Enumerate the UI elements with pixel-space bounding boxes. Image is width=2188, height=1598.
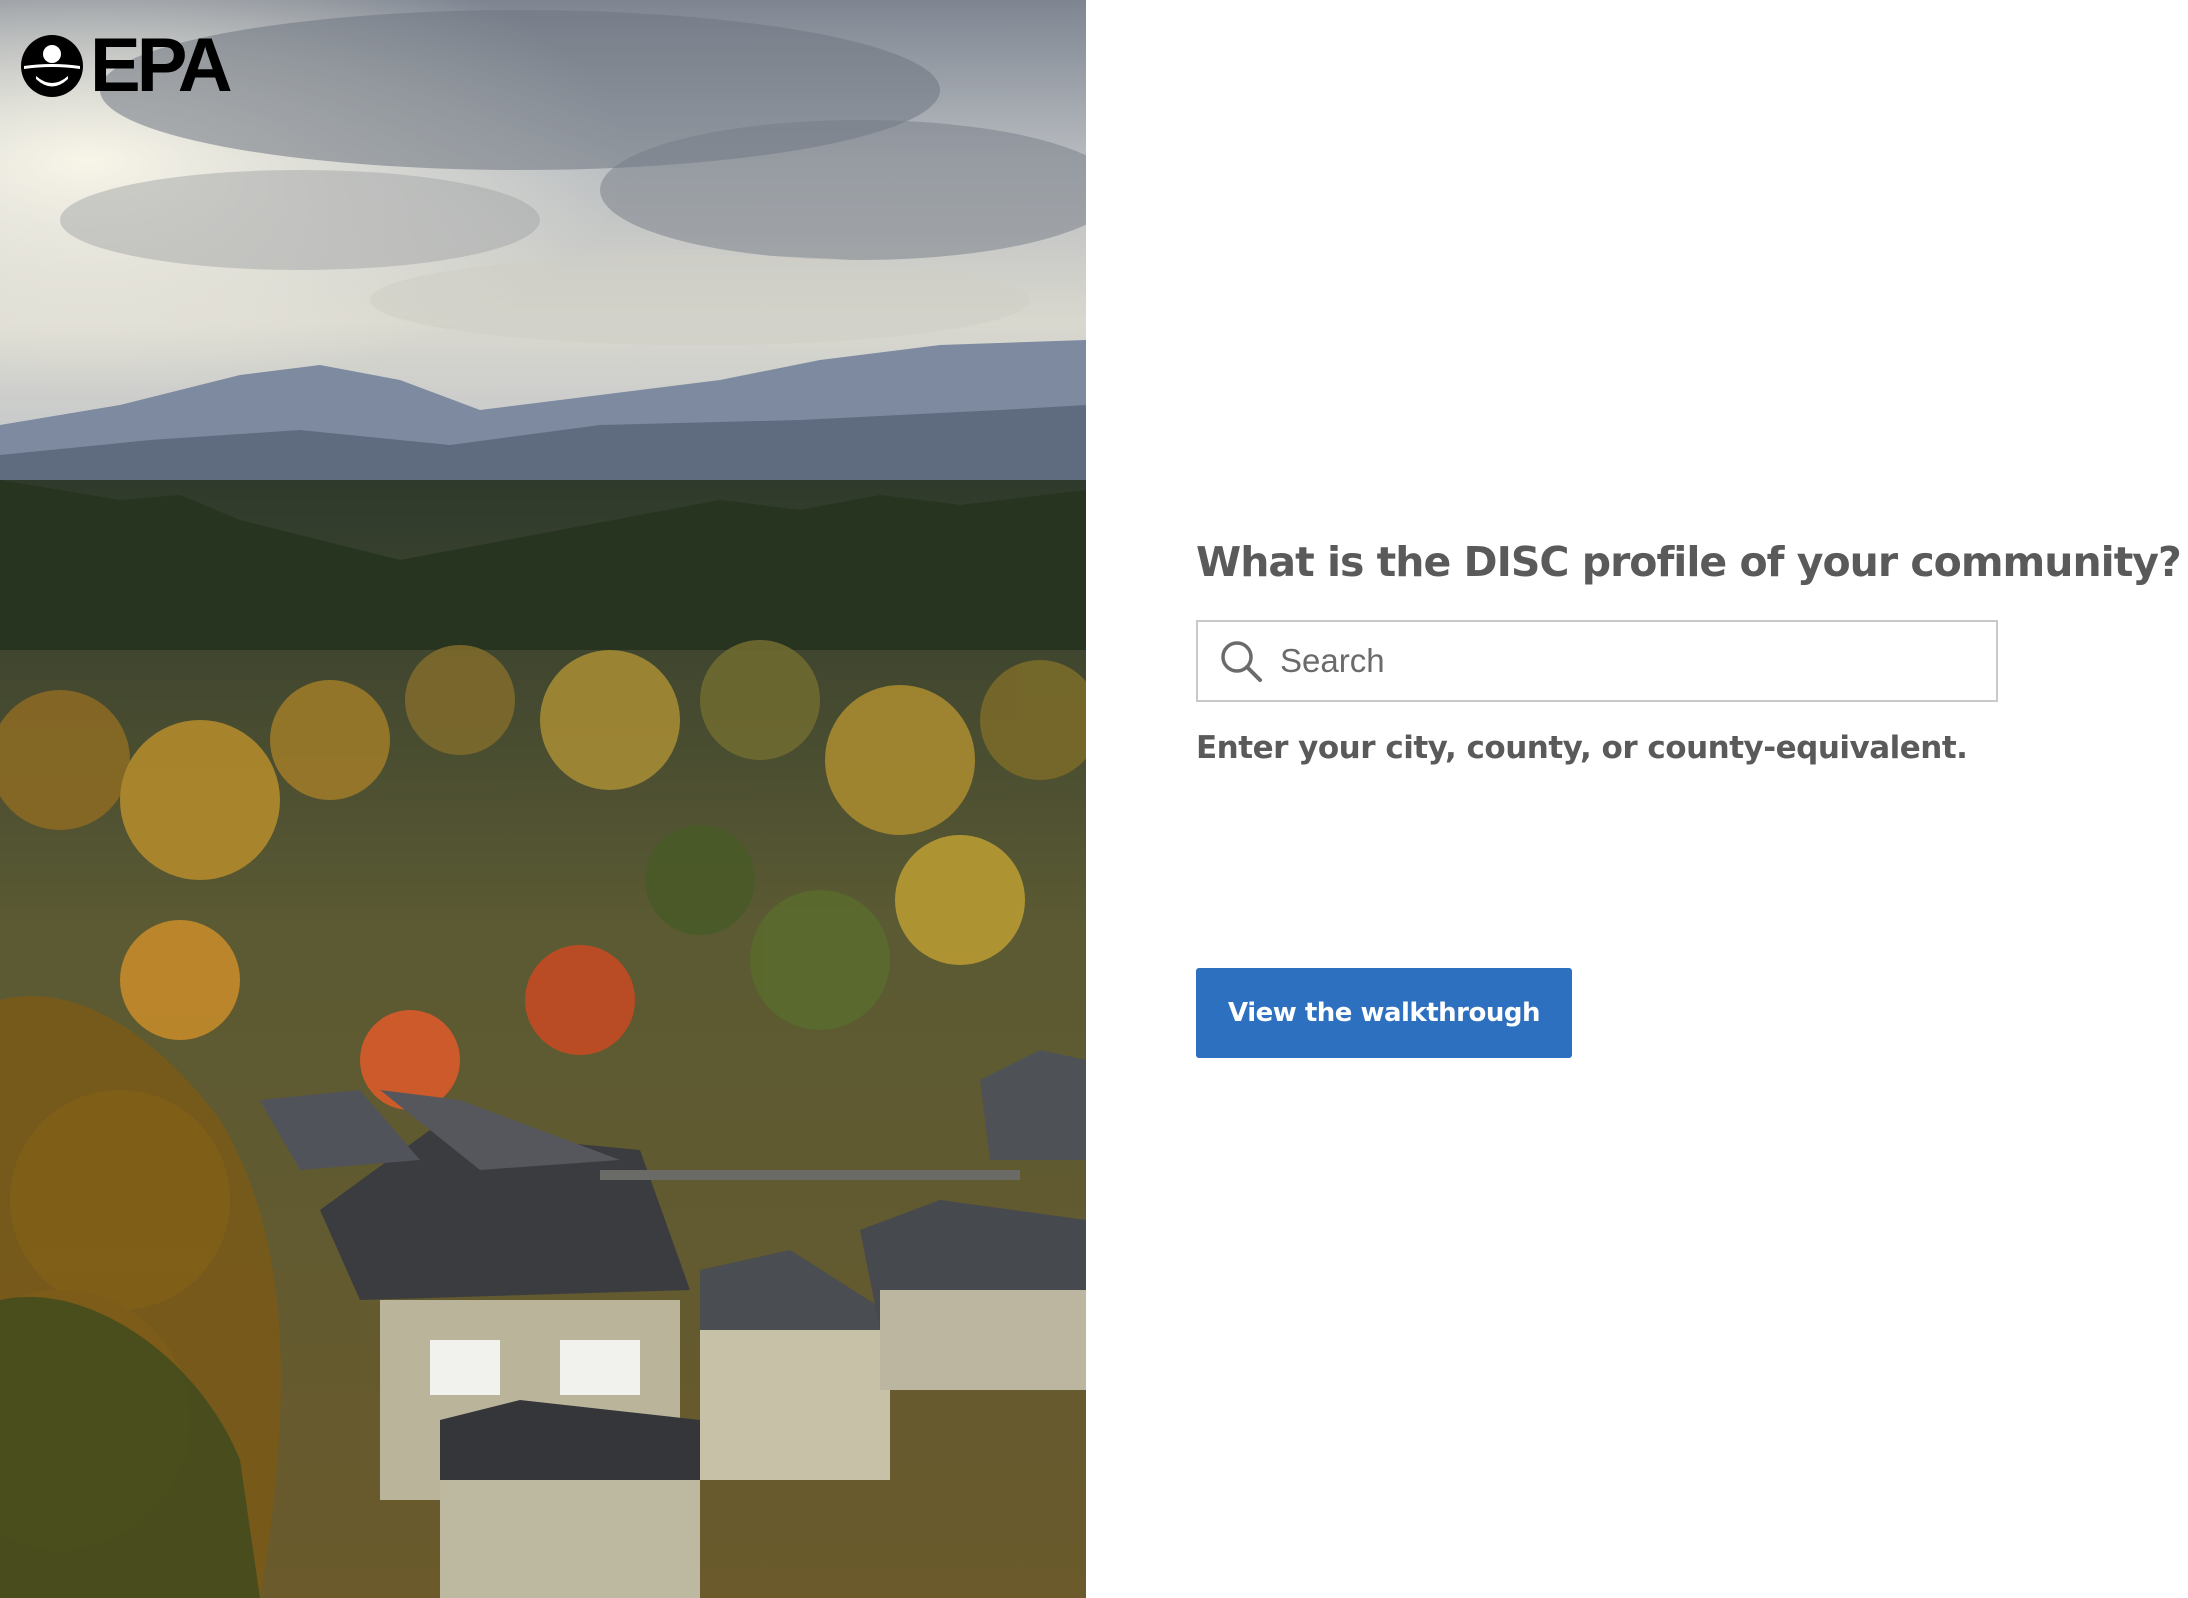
epa-logo[interactable]: EPA [18,23,233,108]
content-panel: What is the DISC profile of your communi… [1086,0,2188,1598]
epa-wordmark: EPA [90,23,233,108]
search-icon [1221,641,1262,682]
landscape-photo [0,0,1086,1598]
search-box[interactable] [1196,620,1998,702]
page: EPA What is the DISC profile of your com… [0,0,2188,1598]
search-hint: Enter your city, county, or county-equiv… [1196,730,1968,766]
epa-seal-icon [21,35,83,97]
search-input[interactable] [1280,622,1996,700]
view-walkthrough-button[interactable]: View the walkthrough [1196,968,1572,1058]
page-title: What is the DISC profile of your communi… [1196,538,2182,586]
hero-photo: EPA [0,0,1086,1598]
